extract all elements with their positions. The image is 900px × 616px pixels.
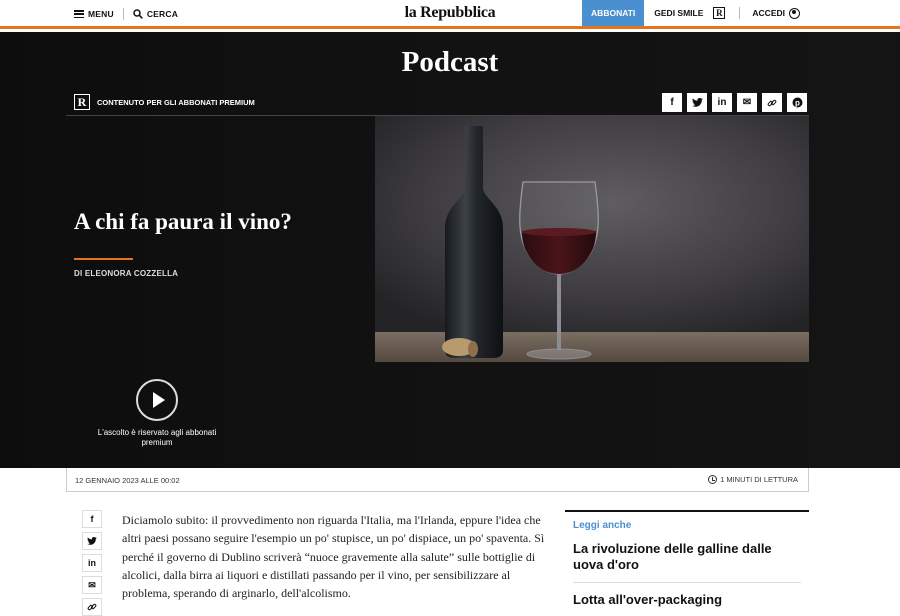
top-bar-right: ABBONATI GEDI SMILE R ACCEDI — [582, 0, 900, 26]
svg-text:p: p — [795, 98, 800, 107]
twitter-icon[interactable] — [687, 93, 707, 112]
pinterest-icon[interactable]: p — [787, 93, 807, 112]
hero-section: Podcast R CONTENUTO PER GLI ABBONATI PRE… — [0, 32, 900, 468]
share-bar: f in ✉ p — [662, 93, 807, 112]
twitter-bird-icon — [691, 98, 703, 107]
site-logo[interactable]: la Repubblica — [405, 4, 496, 21]
top-bar-left: MENU CERCA — [74, 8, 178, 20]
email-icon[interactable]: ✉ — [737, 93, 757, 112]
menu-button[interactable]: MENU — [74, 9, 114, 19]
search-button[interactable]: CERCA — [133, 9, 178, 19]
play-button[interactable] — [136, 379, 178, 421]
publish-date: 12 GENNAIO 2023 ALLE 00:02 — [75, 476, 180, 485]
facebook-icon[interactable]: f — [662, 93, 682, 112]
link-icon[interactable] — [82, 598, 102, 616]
hamburger-icon — [74, 10, 84, 18]
linkedin-icon[interactable]: in — [82, 554, 102, 572]
section-title[interactable]: Podcast — [0, 46, 900, 79]
r-premium-icon: R — [74, 94, 90, 110]
facebook-icon[interactable]: f — [82, 510, 102, 528]
link-icon[interactable] — [762, 93, 782, 112]
login-label: ACCEDI — [752, 8, 785, 18]
chain-icon — [767, 99, 777, 106]
linkedin-icon[interactable]: in — [712, 93, 732, 112]
related-articles: Leggi anche La rivoluzione delle galline… — [565, 510, 809, 608]
twitter-bird-icon — [87, 537, 97, 545]
search-label: CERCA — [146, 9, 179, 19]
hero-image — [375, 116, 809, 362]
r-badge-icon[interactable]: R — [713, 7, 726, 19]
subscribe-button[interactable]: ABBONATI — [582, 0, 645, 26]
clock-icon — [708, 475, 718, 484]
play-restricted-note: L'ascolto è riservato agli abbonati prem… — [97, 428, 217, 447]
divider — [122, 8, 124, 20]
related-article-link[interactable]: La rivoluzione delle galline dalle uova … — [573, 541, 801, 583]
login-button[interactable]: ACCEDI — [752, 7, 800, 19]
reading-time-label: 1 MINUTI DI LETTURA — [720, 475, 798, 484]
premium-label: CONTENUTO PER GLI ABBONATI PREMIUM — [97, 97, 255, 107]
top-bar: MENU CERCA la Repubblica ABBONATI GEDI S… — [0, 0, 900, 29]
user-icon — [789, 7, 800, 19]
related-article-link[interactable]: Lotta all'over-packaging — [573, 592, 801, 608]
article-meta-bar: 12 GENNAIO 2023 ALLE 00:02 1 MINUTI DI L… — [66, 468, 809, 492]
related-label: Leggi anche — [573, 520, 632, 531]
twitter-icon[interactable] — [82, 532, 102, 550]
divider — [739, 7, 741, 19]
wine-bottle-glass-illustration — [375, 116, 809, 362]
article-author[interactable]: DI ELEONORA COZZELLA — [74, 269, 178, 278]
article-paragraph: Diciamolo subito: il provvedimento non r… — [122, 513, 545, 601]
premium-row: R CONTENUTO PER GLI ABBONATI PREMIUM f i… — [66, 90, 809, 116]
premium-indicator: R CONTENUTO PER GLI ABBONATI PREMIUM — [74, 94, 255, 110]
gedi-smile-link[interactable]: GEDI SMILE — [654, 8, 703, 18]
headline-accent-line — [74, 258, 133, 260]
pinterest-logo-icon: p — [792, 97, 802, 108]
email-icon[interactable]: ✉ — [82, 576, 102, 594]
menu-label: MENU — [88, 9, 114, 19]
reading-time: 1 MINUTI DI LETTURA — [708, 475, 798, 484]
article-headline: A chi fa paura il vino? — [74, 209, 292, 234]
side-share-bar: f in ✉ — [82, 510, 102, 616]
search-icon — [133, 9, 143, 19]
